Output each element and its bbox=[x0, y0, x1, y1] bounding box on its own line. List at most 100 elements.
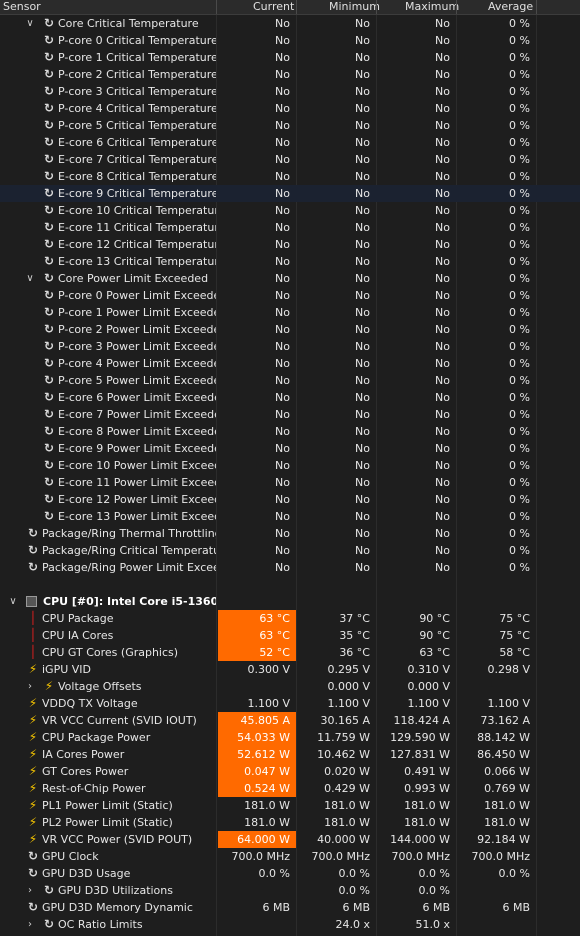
minimum-value: 181.0 W bbox=[324, 799, 370, 812]
col-divider[interactable] bbox=[216, 0, 217, 14]
sensor-row[interactable]: ↻ P-core 3 Power Limit Exceeded No No No 0 % bbox=[0, 338, 580, 355]
current-value: No bbox=[275, 51, 290, 64]
sensor-label: CPU Package bbox=[42, 612, 114, 625]
average-value bbox=[458, 678, 536, 695]
col-sensor-header[interactable]: Sensor bbox=[3, 0, 41, 14]
sensor-row[interactable]: ↻ E-core 10 Critical Temperature No No No 0 % bbox=[0, 202, 580, 219]
sensor-row[interactable]: ↻ Package/Ring Thermal Throttling No No No 0 … bbox=[0, 525, 580, 542]
minimum-value: No bbox=[355, 34, 370, 47]
sensor-row[interactable]: ↻E-core 13 Power Limit Exceeded No No No 0 % bbox=[0, 508, 580, 525]
sensor-row[interactable]: ∨ ↻ Core Power Limit Exceeded No No No 0 % bbox=[0, 270, 580, 287]
sensor-row[interactable]: ↻ E-core 8 Power Limit Exceeded No No No 0 % bbox=[0, 423, 580, 440]
sensor-row[interactable]: ⚡ PL2 Power Limit (Static) 181.0 W 181.0 W 1… bbox=[0, 814, 580, 831]
lightning-bolt-icon: ⚡ bbox=[28, 662, 38, 676]
sensor-row[interactable]: ∨ ↻ Core Critical Temperature No No No 0 % bbox=[0, 15, 580, 32]
sensor-row[interactable]: ↻ P-core 0 Critical Temperature No No No 0 % bbox=[0, 32, 580, 49]
sensor-row[interactable]: › ↻ OC Ratio Limits 24.0 x 51.0 x bbox=[0, 916, 580, 933]
sensor-name-cell: ↻ P-core 4 Critical Temperature bbox=[0, 100, 216, 117]
col-divider[interactable] bbox=[296, 0, 297, 14]
maximum-value: No bbox=[435, 187, 450, 200]
col-divider[interactable] bbox=[536, 0, 537, 14]
chevron-down-icon[interactable]: ∨ bbox=[7, 593, 19, 610]
col-average-header[interactable]: Average bbox=[488, 0, 533, 14]
sensor-row[interactable]: ⚡ Rest-of-Chip Power 0.524 W 0.429 W 0.993 W… bbox=[0, 780, 580, 797]
sensor-row[interactable]: ↻ P-core 3 Critical Temperature No No No 0 % bbox=[0, 83, 580, 100]
sensor-row[interactable]: ↻ Package/Ring Power Limit Excee... No No No… bbox=[0, 559, 580, 576]
sensor-row[interactable]: ↻ P-core 4 Critical Temperature No No No 0 % bbox=[0, 100, 580, 117]
col-maximum-header[interactable]: Maximum bbox=[405, 0, 459, 14]
chevron-down-icon[interactable]: ∨ bbox=[24, 270, 36, 287]
sensor-row[interactable]: ⚡ IA Cores Power 52.612 W 10.462 W 127.831 W… bbox=[0, 746, 580, 763]
minimum-value: No bbox=[355, 544, 370, 557]
sensor-row[interactable]: ↻E-core 12 Power Limit Exceeded No No No 0 % bbox=[0, 491, 580, 508]
sensor-row[interactable]: ↻ E-core 7 Power Limit Exceeded No No No 0 % bbox=[0, 406, 580, 423]
sensor-row[interactable]: ↻ E-core 6 Critical Temperature No No No 0 % bbox=[0, 134, 580, 151]
col-divider[interactable] bbox=[456, 0, 457, 14]
col-divider[interactable] bbox=[376, 0, 377, 14]
chevron-right-icon[interactable]: › bbox=[24, 882, 36, 899]
col-minimum-header[interactable]: Minimum bbox=[329, 0, 380, 14]
maximum-value bbox=[378, 593, 456, 610]
sensor-row[interactable]: ↻ P-core 5 Critical Temperature No No No 0 % bbox=[0, 117, 580, 134]
sensor-row[interactable]: ↻ GPU Clock 700.0 MHz 700.0 MHz 700.0 MHz 700… bbox=[0, 848, 580, 865]
current-value: 0.524 W bbox=[218, 780, 296, 797]
sensor-row[interactable]: ↻ E-core 11 Critical Temperature No No No 0 % bbox=[0, 219, 580, 236]
sensor-row[interactable]: ↻ P-core 2 Critical Temperature No No No 0 % bbox=[0, 66, 580, 83]
maximum-value: 0.310 V bbox=[407, 663, 450, 676]
sensor-row[interactable]: ↻ P-core 2 Power Limit Exceeded No No No 0 % bbox=[0, 321, 580, 338]
sensor-row[interactable]: ↻ E-core 8 Critical Temperature No No No 0 % bbox=[0, 168, 580, 185]
minimum-value: No bbox=[355, 170, 370, 183]
sensor-row[interactable]: ↻ P-core 5 Power Limit Exceeded No No No 0 % bbox=[0, 372, 580, 389]
chevron-down-icon[interactable]: ∨ bbox=[24, 15, 36, 32]
sensor-row[interactable]: ↻ GPU D3D Usage 0.0 % 0.0 % 0.0 % 0.0 % bbox=[0, 865, 580, 882]
current-value: No bbox=[275, 340, 290, 353]
sensor-row[interactable]: ⚡ iGPU VID 0.300 V 0.295 V 0.310 V 0.298 V bbox=[0, 661, 580, 678]
sensor-name-cell: › ⚡ Voltage Offsets bbox=[0, 678, 216, 695]
sensor-row[interactable]: ⚡ CPU Package Power 54.033 W 11.759 W 129.59… bbox=[0, 729, 580, 746]
sensor-row[interactable]: ⚡ GT Cores Power 0.047 W 0.020 W 0.491 W 0.06… bbox=[0, 763, 580, 780]
sensor-row[interactable]: › ↻ GPU D3D Utilizations 0.0 % 0.0 % bbox=[0, 882, 580, 899]
chevron-right-icon[interactable]: › bbox=[24, 678, 36, 695]
sensor-name-cell: ∨ ↻ Core Critical Temperature bbox=[0, 15, 216, 32]
maximum-value: No bbox=[435, 34, 450, 47]
minimum-value: No bbox=[355, 306, 370, 319]
sensor-row[interactable]: ↻ E-core 9 Critical Temperature No No No 0 % bbox=[0, 185, 580, 202]
sensor-row[interactable]: ⚡ VR VCC Current (SVID IOUT) 45.805 A 30.16… bbox=[0, 712, 580, 729]
sensor-row[interactable]: ↻ P-core 0 Power Limit Exceeded No No No 0 % bbox=[0, 287, 580, 304]
sensor-row[interactable]: ↻ E-core 7 Critical Temperature No No No 0 % bbox=[0, 151, 580, 168]
minimum-value: No bbox=[355, 102, 370, 115]
clock-icon: ↻ bbox=[43, 458, 55, 472]
sensor-row[interactable]: ⚡ VR VCC Power (SVID POUT) 64.000 W 40.000 … bbox=[0, 831, 580, 848]
sensor-row[interactable]: ↻ P-core 4 Power Limit Exceeded No No No 0 % bbox=[0, 355, 580, 372]
sensor-row[interactable]: › ⚡ Voltage Offsets 0.000 V 0.000 V bbox=[0, 678, 580, 695]
sensor-label: P-core 2 Critical Temperature bbox=[58, 68, 216, 81]
sensor-row[interactable]: ⚡ VDDQ TX Voltage 1.100 V 1.100 V 1.100 V 1.1… bbox=[0, 695, 580, 712]
maximum-value: No bbox=[435, 119, 450, 132]
sensor-row[interactable]: ↻E-core 10 Power Limit Exceeded No No No 0 % bbox=[0, 457, 580, 474]
clock-icon: ↻ bbox=[43, 271, 55, 285]
sensor-row[interactable]: │ CPU Package 63 °C 37 °C 90 °C 75 °C bbox=[0, 610, 580, 627]
average-value: 0.066 W bbox=[484, 765, 530, 778]
lightning-bolt-icon: ⚡ bbox=[28, 832, 38, 846]
device-row[interactable]: ∨ CPU [#0]: Intel Core i5-13600K: Enhance… bbox=[0, 593, 580, 610]
average-value: 0 % bbox=[509, 561, 530, 574]
sensor-row[interactable]: ↻ E-core 6 Power Limit Exceeded No No No 0 % bbox=[0, 389, 580, 406]
average-value: 75 °C bbox=[499, 629, 530, 642]
sensor-row[interactable]: ↻ P-core 1 Power Limit Exceeded No No No 0 % bbox=[0, 304, 580, 321]
sensor-label: GT Cores Power bbox=[42, 765, 129, 778]
chevron-right-icon[interactable]: › bbox=[24, 916, 36, 933]
maximum-value: 0.0 % bbox=[418, 867, 450, 880]
sensor-row[interactable]: ↻ P-core 1 Critical Temperature No No No 0 % bbox=[0, 49, 580, 66]
sensor-row[interactable]: ↻ GPU D3D Memory Dynamic 6 MB 6 MB 6 MB 6 MB bbox=[0, 899, 580, 916]
sensor-row[interactable]: ↻ E-core 12 Critical Temperature No No No 0 % bbox=[0, 236, 580, 253]
sensor-row[interactable]: │ CPU GT Cores (Graphics) 52 °C 36 °C 63 °C 5… bbox=[0, 644, 580, 661]
sensor-row[interactable]: ↻ Package/Ring Critical Temperature No No No… bbox=[0, 542, 580, 559]
sensor-row[interactable]: ↻ E-core 9 Power Limit Exceeded No No No 0 % bbox=[0, 440, 580, 457]
sensor-row[interactable]: │ CPU IA Cores 63 °C 35 °C 90 °C 75 °C bbox=[0, 627, 580, 644]
lightning-bolt-icon: ⚡ bbox=[28, 713, 38, 727]
sensor-row[interactable]: ↻ E-core 13 Critical Temperature No No No 0 % bbox=[0, 253, 580, 270]
sensor-row[interactable]: ⚡ PL1 Power Limit (Static) 181.0 W 181.0 W 1… bbox=[0, 797, 580, 814]
sensor-row[interactable]: ↻E-core 11 Power Limit Exceeded No No No 0 % bbox=[0, 474, 580, 491]
sensor-label: P-core 3 Critical Temperature bbox=[58, 85, 216, 98]
col-current-header[interactable]: Current bbox=[253, 0, 294, 14]
